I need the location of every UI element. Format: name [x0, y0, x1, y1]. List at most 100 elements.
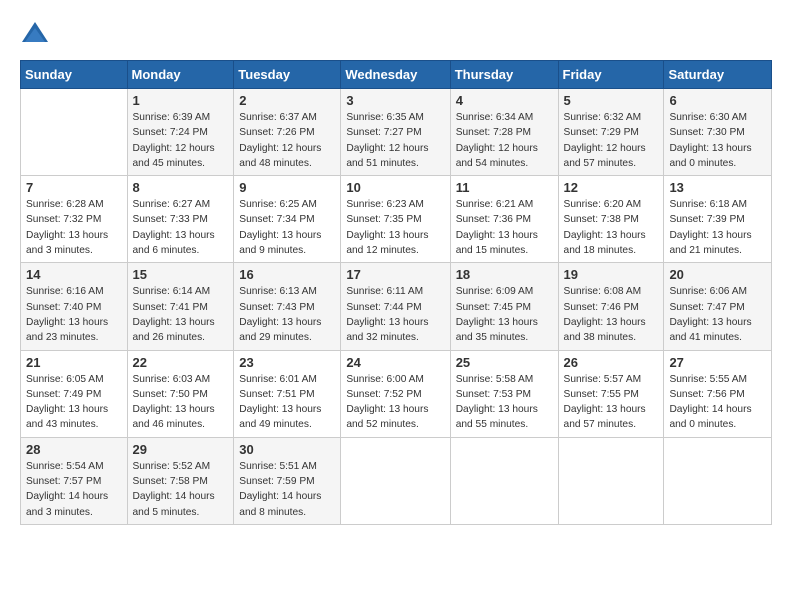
day-number: 8: [133, 180, 229, 195]
day-number: 27: [669, 355, 766, 370]
day-detail: Sunrise: 6:28 AMSunset: 7:32 PMDaylight:…: [26, 197, 122, 258]
calendar-cell: 18Sunrise: 6:09 AMSunset: 7:45 PMDayligh…: [450, 263, 558, 350]
calendar-cell: 13 Sunrise: 6:18 AMSunset: 7:39 PMDayligh…: [664, 176, 772, 263]
day-detail: Sunrise: 6:16 AMSunset: 7:40 PMDaylight:…: [26, 284, 122, 345]
calendar-cell: 16 Sunrise: 6:13 AMSunset: 7:43 PMDayligh…: [234, 263, 341, 350]
day-number: 1: [133, 93, 229, 108]
day-detail: Sunrise: 5:51 AMSunset: 7:59 PMDaylight:…: [239, 459, 335, 520]
calendar-cell: 10 Sunrise: 6:23 AMSunset: 7:35 PMDayligh…: [341, 176, 450, 263]
calendar-cell: 27 Sunrise: 5:55 AMSunset: 7:56 PMDayligh…: [664, 350, 772, 437]
calendar-cell: [664, 437, 772, 524]
day-number: 30: [239, 442, 335, 457]
calendar-cell: 8 Sunrise: 6:27 AMSunset: 7:33 PMDaylight…: [127, 176, 234, 263]
calendar-cell: [341, 437, 450, 524]
calendar-cell: 28 Sunrise: 5:54 AMSunset: 7:57 PMDayligh…: [21, 437, 128, 524]
day-detail: Sunrise: 6:27 AMSunset: 7:33 PMDaylight:…: [133, 197, 229, 258]
day-detail: Sunrise: 6:14 AMSunset: 7:41 PMDaylight:…: [133, 284, 229, 345]
calendar-cell: 17 Sunrise: 6:11 AMSunset: 7:44 PMDayligh…: [341, 263, 450, 350]
calendar-cell: 9 Sunrise: 6:25 AMSunset: 7:34 PMDaylight…: [234, 176, 341, 263]
day-detail: Sunrise: 6:09 AMSunset: 7:45 PMDaylight:…: [456, 284, 553, 345]
calendar-cell: 3Sunrise: 6:35 AMSunset: 7:27 PMDaylight…: [341, 89, 450, 176]
day-detail: Sunrise: 6:00 AMSunset: 7:52 PMDaylight:…: [346, 372, 444, 433]
calendar-cell: [450, 437, 558, 524]
calendar-cell: 12Sunrise: 6:20 AMSunset: 7:38 PMDayligh…: [558, 176, 664, 263]
day-number: 29: [133, 442, 229, 457]
calendar-cell: 23 Sunrise: 6:01 AMSunset: 7:51 PMDayligh…: [234, 350, 341, 437]
day-number: 28: [26, 442, 122, 457]
day-number: 6: [669, 93, 766, 108]
page-header: [20, 20, 772, 50]
calendar-cell: 5 Sunrise: 6:32 AMSunset: 7:29 PMDaylight…: [558, 89, 664, 176]
calendar-header-row: SundayMondayTuesdayWednesdayThursdayFrid…: [21, 61, 772, 89]
day-number: 14: [26, 267, 122, 282]
calendar-week-row: 21 Sunrise: 6:05 AMSunset: 7:49 PMDayligh…: [21, 350, 772, 437]
day-detail: Sunrise: 5:55 AMSunset: 7:56 PMDaylight:…: [669, 372, 766, 433]
calendar-cell: 20Sunrise: 6:06 AMSunset: 7:47 PMDayligh…: [664, 263, 772, 350]
day-detail: Sunrise: 6:25 AMSunset: 7:34 PMDaylight:…: [239, 197, 335, 258]
calendar-cell: 24 Sunrise: 6:00 AMSunset: 7:52 PMDayligh…: [341, 350, 450, 437]
day-detail: Sunrise: 5:52 AMSunset: 7:58 PMDaylight:…: [133, 459, 229, 520]
calendar-cell: 25Sunrise: 5:58 AMSunset: 7:53 PMDayligh…: [450, 350, 558, 437]
calendar-cell: 1 Sunrise: 6:39 AMSunset: 7:24 PMDaylight…: [127, 89, 234, 176]
day-number: 5: [564, 93, 659, 108]
day-number: 24: [346, 355, 444, 370]
calendar-cell: 7 Sunrise: 6:28 AMSunset: 7:32 PMDaylight…: [21, 176, 128, 263]
day-number: 16: [239, 267, 335, 282]
day-header-monday: Monday: [127, 61, 234, 89]
day-detail: Sunrise: 5:58 AMSunset: 7:53 PMDaylight:…: [456, 372, 553, 433]
day-detail: Sunrise: 6:37 AMSunset: 7:26 PMDaylight:…: [239, 110, 335, 171]
day-detail: Sunrise: 6:05 AMSunset: 7:49 PMDaylight:…: [26, 372, 122, 433]
day-detail: Sunrise: 6:13 AMSunset: 7:43 PMDaylight:…: [239, 284, 335, 345]
day-header-sunday: Sunday: [21, 61, 128, 89]
calendar-cell: 6 Sunrise: 6:30 AMSunset: 7:30 PMDaylight…: [664, 89, 772, 176]
calendar-cell: [558, 437, 664, 524]
calendar-cell: 14 Sunrise: 6:16 AMSunset: 7:40 PMDayligh…: [21, 263, 128, 350]
day-number: 17: [346, 267, 444, 282]
day-detail: Sunrise: 6:06 AMSunset: 7:47 PMDaylight:…: [669, 284, 766, 345]
day-header-wednesday: Wednesday: [341, 61, 450, 89]
day-number: 11: [456, 180, 553, 195]
day-number: 22: [133, 355, 229, 370]
day-number: 7: [26, 180, 122, 195]
day-detail: Sunrise: 6:32 AMSunset: 7:29 PMDaylight:…: [564, 110, 659, 171]
calendar-week-row: 1 Sunrise: 6:39 AMSunset: 7:24 PMDaylight…: [21, 89, 772, 176]
day-detail: Sunrise: 6:30 AMSunset: 7:30 PMDaylight:…: [669, 110, 766, 171]
calendar-table: SundayMondayTuesdayWednesdayThursdayFrid…: [20, 60, 772, 525]
calendar-cell: 15Sunrise: 6:14 AMSunset: 7:41 PMDayligh…: [127, 263, 234, 350]
day-number: 26: [564, 355, 659, 370]
day-detail: Sunrise: 6:18 AMSunset: 7:39 PMDaylight:…: [669, 197, 766, 258]
day-number: 23: [239, 355, 335, 370]
day-detail: Sunrise: 6:03 AMSunset: 7:50 PMDaylight:…: [133, 372, 229, 433]
day-detail: Sunrise: 6:23 AMSunset: 7:35 PMDaylight:…: [346, 197, 444, 258]
logo-icon: [20, 20, 50, 50]
day-number: 4: [456, 93, 553, 108]
day-header-saturday: Saturday: [664, 61, 772, 89]
calendar-week-row: 14 Sunrise: 6:16 AMSunset: 7:40 PMDayligh…: [21, 263, 772, 350]
day-number: 19: [564, 267, 659, 282]
day-number: 2: [239, 93, 335, 108]
day-number: 21: [26, 355, 122, 370]
day-number: 9: [239, 180, 335, 195]
day-number: 10: [346, 180, 444, 195]
day-number: 3: [346, 93, 444, 108]
day-detail: Sunrise: 6:39 AMSunset: 7:24 PMDaylight:…: [133, 110, 229, 171]
day-number: 13: [669, 180, 766, 195]
day-detail: Sunrise: 6:08 AMSunset: 7:46 PMDaylight:…: [564, 284, 659, 345]
day-detail: Sunrise: 5:54 AMSunset: 7:57 PMDaylight:…: [26, 459, 122, 520]
calendar-cell: 22 Sunrise: 6:03 AMSunset: 7:50 PMDayligh…: [127, 350, 234, 437]
day-detail: Sunrise: 6:34 AMSunset: 7:28 PMDaylight:…: [456, 110, 553, 171]
day-header-thursday: Thursday: [450, 61, 558, 89]
calendar-cell: 30 Sunrise: 5:51 AMSunset: 7:59 PMDayligh…: [234, 437, 341, 524]
day-detail: Sunrise: 6:01 AMSunset: 7:51 PMDaylight:…: [239, 372, 335, 433]
day-detail: Sunrise: 6:11 AMSunset: 7:44 PMDaylight:…: [346, 284, 444, 345]
day-detail: Sunrise: 6:21 AMSunset: 7:36 PMDaylight:…: [456, 197, 553, 258]
calendar-cell: 29 Sunrise: 5:52 AMSunset: 7:58 PMDayligh…: [127, 437, 234, 524]
calendar-cell: 26 Sunrise: 5:57 AMSunset: 7:55 PMDayligh…: [558, 350, 664, 437]
calendar-cell: 4 Sunrise: 6:34 AMSunset: 7:28 PMDaylight…: [450, 89, 558, 176]
day-detail: Sunrise: 5:57 AMSunset: 7:55 PMDaylight:…: [564, 372, 659, 433]
day-detail: Sunrise: 6:20 AMSunset: 7:38 PMDaylight:…: [564, 197, 659, 258]
calendar-cell: 19 Sunrise: 6:08 AMSunset: 7:46 PMDayligh…: [558, 263, 664, 350]
calendar-cell: [21, 89, 128, 176]
calendar-cell: 11 Sunrise: 6:21 AMSunset: 7:36 PMDayligh…: [450, 176, 558, 263]
day-header-friday: Friday: [558, 61, 664, 89]
